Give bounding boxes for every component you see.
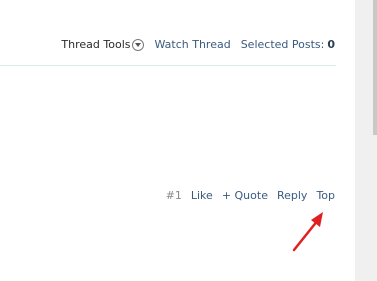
chevron-down-icon[interactable] [132, 39, 145, 51]
thread-tools-button[interactable]: Thread Tools [61, 38, 145, 51]
reply-button[interactable]: Reply [277, 189, 307, 202]
selected-posts-link[interactable]: Selected Posts: 0 [241, 38, 335, 51]
thread-tools-label: Thread Tools [61, 38, 131, 51]
scrollbar-thumb[interactable] [373, 0, 377, 135]
red-arrow-icon [292, 212, 323, 252]
selected-posts-count: 0 [327, 38, 335, 51]
like-button[interactable]: Like [191, 189, 213, 202]
top-link[interactable]: Top [316, 189, 335, 202]
post-number-link[interactable]: #1 [166, 189, 182, 202]
post-controls: #1 Like + Quote Reply Top [166, 189, 335, 202]
divider [0, 65, 336, 66]
watch-thread-link[interactable]: Watch Thread [154, 38, 230, 51]
arrow-shaft [292, 218, 320, 252]
selected-posts-label: Selected Posts: [240, 38, 325, 51]
thread-toolbar: Thread Tools Watch Thread Selected Posts… [61, 38, 335, 51]
quote-button[interactable]: + Quote [222, 189, 268, 202]
